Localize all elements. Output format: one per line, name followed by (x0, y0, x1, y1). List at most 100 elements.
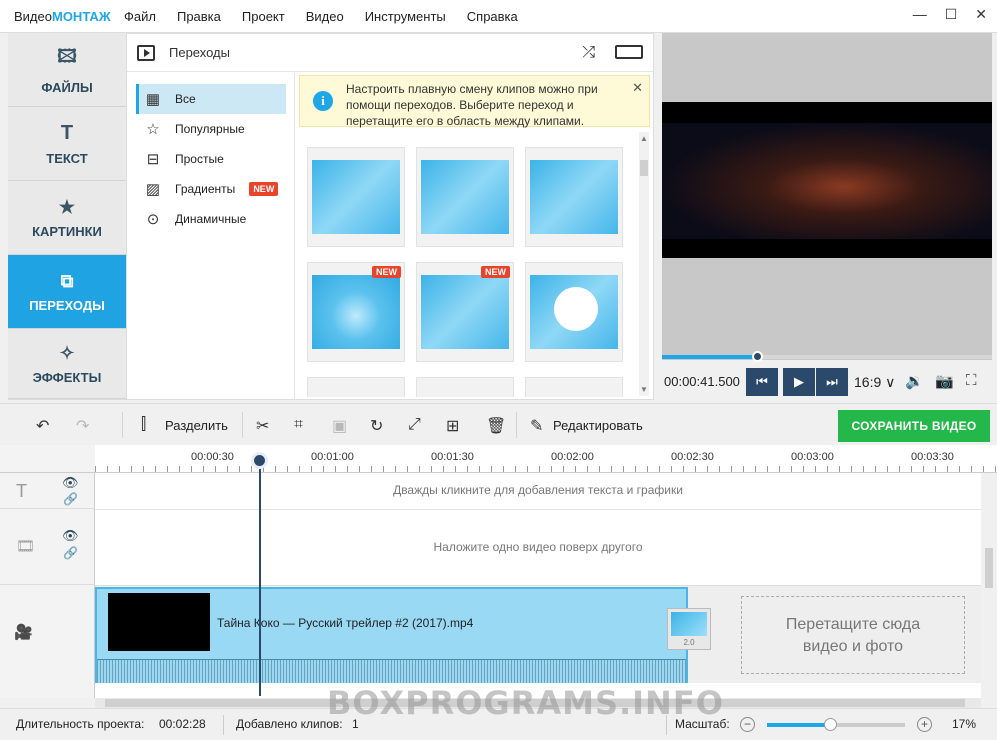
grid-icon: ▦ (145, 91, 161, 108)
scroll-up-icon[interactable]: ▲ (640, 134, 648, 143)
zoom-value: 17% (952, 717, 977, 731)
video-camera-icon: 🎥 (14, 624, 33, 641)
star-icon: ★ (58, 196, 76, 217)
zoom-knob[interactable] (824, 718, 837, 731)
undo-icon[interactable]: ↶ (36, 416, 49, 436)
fullscreen-icon[interactable]: ⛶ (966, 372, 977, 389)
menu-video[interactable]: Видео (306, 9, 344, 24)
transitions-panel-icon (137, 44, 155, 61)
crop-icon[interactable]: ⌗ (294, 416, 303, 434)
eye-icon[interactable]: 👁 (62, 528, 79, 544)
maximize-icon[interactable]: ☐ (945, 6, 958, 23)
zoom-out-icon[interactable]: − (740, 717, 755, 732)
resize-icon[interactable]: ⤢ (408, 416, 421, 434)
camera-icon[interactable]: 📷 (935, 372, 954, 390)
category-label: Простые (175, 152, 224, 166)
video-frame (662, 123, 992, 239)
link-icon[interactable]: 🔗 (63, 492, 78, 506)
current-time: 00:00:41.500 (664, 374, 740, 389)
player-controls: 00:00:41.500 ⏮ ▶ ⏭ 16:9 ∨ 🔉 📷 ⛶ (662, 362, 992, 402)
redo-icon[interactable]: ↷ (76, 416, 89, 436)
seek-bar[interactable] (662, 351, 992, 362)
overlay-track-header: 🎞 👁 🔗 (0, 509, 95, 585)
playhead-knob[interactable] (251, 452, 268, 469)
preview-area (662, 33, 992, 360)
magic-wand-icon: ✧ (59, 342, 75, 363)
transition-thumb[interactable] (416, 377, 514, 397)
menu-file[interactable]: Файл (124, 9, 156, 24)
scroll-down-icon[interactable]: ▼ (640, 385, 648, 394)
split-icon[interactable]: ⫿ (141, 416, 146, 434)
tip-text: Настроить плавную смену клипов можно при… (346, 82, 598, 128)
rotate-icon[interactable]: ↻ (370, 416, 383, 436)
ruler-tick-label: 00:01:00 (311, 451, 354, 463)
split-button[interactable]: Разделить (165, 418, 228, 433)
transitions-icon: ⧉ (60, 270, 74, 291)
zoom-in-icon[interactable]: + (917, 717, 932, 732)
playhead[interactable] (259, 459, 261, 696)
filmstrip-icon[interactable] (615, 45, 643, 59)
clip-title: Тайна Коко — Русский трейлер #2 (2017).m… (217, 616, 474, 630)
video-clip[interactable]: Тайна Коко — Русский трейлер #2 (2017).m… (95, 587, 688, 683)
play-button[interactable]: ▶ (783, 368, 815, 396)
category-dynamic[interactable]: ⊙ Динамичные (136, 204, 286, 234)
category-popular[interactable]: ☆ Популярные (136, 114, 286, 144)
transition-thumb[interactable] (307, 147, 405, 247)
close-icon[interactable]: ✕ (975, 6, 987, 23)
add-clip-icon[interactable]: ⊞ (446, 416, 459, 436)
volume-icon[interactable]: 🔉 (905, 372, 924, 390)
nav-text-label: ТЕКСТ (46, 150, 88, 166)
transition-thumb[interactable]: NEW (416, 262, 514, 362)
nav-transitions[interactable]: ⧉ ПЕРЕХОДЫ (8, 255, 134, 329)
close-tip-icon[interactable]: ✕ (632, 80, 643, 96)
category-all[interactable]: ▦ Все (136, 84, 286, 114)
menu-tools[interactable]: Инструменты (365, 9, 446, 24)
cut-icon[interactable]: ✂ (256, 416, 269, 436)
transition-thumb[interactable] (525, 377, 623, 397)
track-area: Дважды кликните для добавления текста и … (95, 473, 981, 698)
video-track-header: 🎥 (0, 585, 95, 683)
panel-scrollbar[interactable]: ▲ ▼ (639, 132, 649, 396)
minimize-icon[interactable]: — (913, 6, 927, 23)
aspect-ratio-select[interactable]: 16:9 ∨ (854, 374, 895, 391)
ruler-tick-label: 00:02:00 (551, 451, 594, 463)
nav-images-label: КАРТИНКИ (32, 223, 102, 239)
edit-button[interactable]: Редактировать (553, 418, 643, 433)
shuffle-icon[interactable]: ⤮ (582, 44, 595, 62)
nav-text[interactable]: T ТЕКСТ (8, 107, 126, 181)
edit-icon[interactable]: ✎ (530, 416, 543, 436)
eye-icon[interactable]: 👁 (62, 475, 79, 491)
prev-frame-button[interactable]: ⏮ (746, 368, 778, 396)
timeline-vscroll[interactable] (981, 473, 997, 698)
drop-zone[interactable]: Перетащите сюда видео и фото (741, 596, 965, 674)
transition-thumb[interactable]: NEW (307, 262, 405, 362)
nav-images[interactable]: ★ КАРТИНКИ (8, 181, 126, 255)
next-frame-button[interactable]: ⏭ (816, 368, 848, 396)
video-track: Тайна Коко — Русский трейлер #2 (2017).m… (95, 585, 981, 683)
watermark: BOXPROGRAMS.INFO (327, 684, 724, 722)
save-video-button[interactable]: СОХРАНИТЬ ВИДЕО (838, 410, 990, 442)
new-badge: NEW (372, 266, 401, 278)
transition-duration: 2.0 (683, 638, 695, 647)
nav-effects[interactable]: ✧ ЭФФЕКТЫ (8, 329, 126, 399)
timeline-ruler[interactable]: 00:00:30 00:01:00 00:01:30 00:02:00 00:0… (95, 445, 997, 473)
text-track-header: T 👁 🔗 (0, 473, 95, 509)
zoom-slider[interactable] (767, 718, 905, 731)
duration-label: Длительность проекта: (16, 717, 145, 731)
menu-help[interactable]: Справка (467, 9, 518, 24)
category-simple[interactable]: ⊟ Простые (136, 144, 286, 174)
category-gradients[interactable]: ▨ Градиенты NEW (136, 174, 286, 204)
delete-icon[interactable]: 🗑 (486, 416, 506, 436)
track-headers: T 👁 🔗 🎞 👁 🔗 🎥 (0, 473, 95, 698)
link-icon[interactable]: 🔗 (63, 546, 78, 560)
transition-marker[interactable]: 2.0 (667, 608, 711, 650)
mask-icon[interactable]: ▣ (332, 416, 347, 436)
seek-knob[interactable] (752, 351, 763, 362)
menu-edit[interactable]: Правка (177, 9, 221, 24)
nav-files[interactable]: 🖾 ФАЙЛЫ (8, 33, 126, 107)
transition-thumb[interactable] (525, 147, 623, 247)
transition-thumb[interactable] (416, 147, 514, 247)
menu-project[interactable]: Проект (242, 9, 285, 24)
transition-thumb[interactable] (307, 377, 405, 397)
transition-thumb[interactable] (525, 262, 623, 362)
